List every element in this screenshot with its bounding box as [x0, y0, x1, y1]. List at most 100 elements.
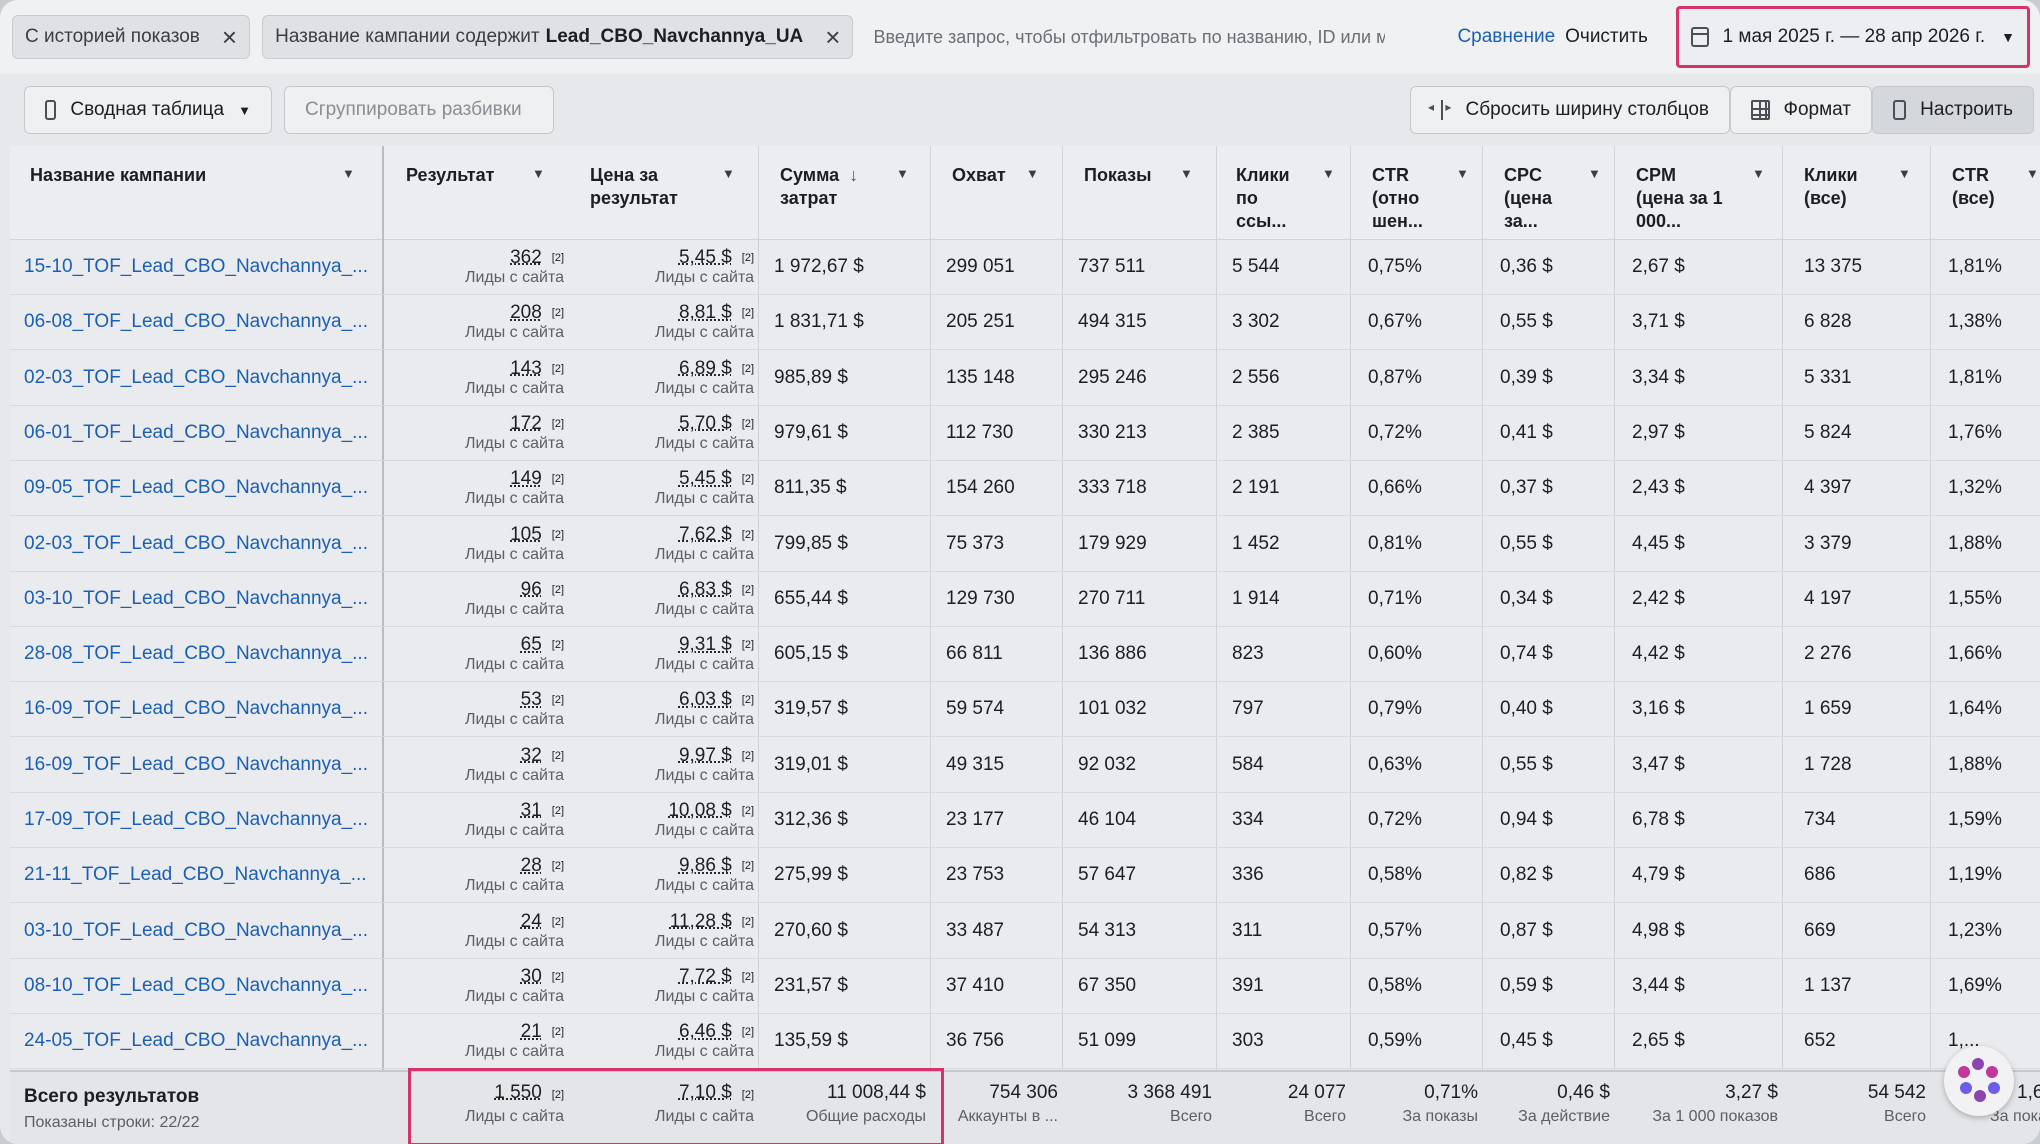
campaign-name-link[interactable]: 15-10_TOF_Lead_CBO_Navchannya_...: [24, 256, 368, 278]
campaign-name-link[interactable]: 06-01_TOF_Lead_CBO_Navchannya_...: [24, 422, 368, 444]
column-header-link-clicks[interactable]: Клики по ссы...: [1236, 164, 1290, 233]
clicks-all-cell: 5 331: [1804, 366, 1852, 388]
link-clicks-cell: 391: [1232, 974, 1264, 996]
cpc-cell: 0,37 $: [1500, 477, 1553, 499]
campaign-table: Название кампании ▼ Результат ▼ Цена за р…: [10, 146, 2040, 1144]
table-row[interactable]: 24-05_TOF_Lead_CBO_Navchannya_... 21 [2] Ли…: [10, 1014, 2040, 1070]
campaign-name-link[interactable]: 08-10_TOF_Lead_CBO_Navchannya_...: [24, 975, 368, 997]
cost-per-result-cell: 5,45 $ [2] Лиды с сайта: [654, 247, 754, 286]
clicks-all-cell: 6 828: [1804, 311, 1852, 333]
column-header-clicks-all[interactable]: Клики (все): [1804, 164, 1858, 210]
reach-cell: 135 148: [946, 366, 1015, 388]
campaign-name-link[interactable]: 17-09_TOF_Lead_CBO_Navchannya_...: [24, 809, 368, 831]
campaign-name-link[interactable]: 03-10_TOF_Lead_CBO_Navchannya_...: [24, 920, 368, 942]
impressions-cell: 136 886: [1078, 643, 1147, 665]
assistant-icon-dot: [1986, 1066, 1998, 1078]
close-icon[interactable]: ×: [825, 24, 840, 50]
campaign-name-link[interactable]: 09-05_TOF_Lead_CBO_Navchannya_...: [24, 477, 368, 499]
table-row[interactable]: 06-01_TOF_Lead_CBO_Navchannya_... 172 [2] Л…: [10, 406, 2040, 461]
chevron-down-icon[interactable]: ▼: [1588, 166, 1601, 181]
link-clicks-cell: 334: [1232, 809, 1264, 830]
ctr-cell: 0,87%: [1368, 366, 1422, 388]
column-header-result[interactable]: Результат: [406, 164, 494, 187]
clear-button[interactable]: Очистить: [1565, 26, 1648, 48]
table-row[interactable]: 06-08_TOF_Lead_CBO_Navchannya_... 208 [2] Л…: [10, 295, 2040, 351]
table-row[interactable]: 28-08_TOF_Lead_CBO_Navchannya_... 65 [2] Ли…: [10, 627, 2040, 683]
table-row[interactable]: 16-09_TOF_Lead_CBO_Navchannya_... 53 [2] Ли…: [10, 682, 2040, 738]
campaign-name-link[interactable]: 24-05_TOF_Lead_CBO_Navchannya_...: [24, 1030, 368, 1052]
total-clicks-all: 54 542 Всего: [1867, 1082, 1926, 1125]
column-header-cpc[interactable]: CPC (цена за...: [1504, 164, 1552, 233]
column-header-ctr-all[interactable]: CTR (все): [1952, 164, 1995, 210]
chevron-down-icon[interactable]: ▼: [1898, 166, 1911, 181]
campaign-name-link[interactable]: 16-09_TOF_Lead_CBO_Navchannya_...: [24, 754, 368, 776]
column-header-impressions[interactable]: Показы: [1084, 164, 1152, 187]
column-header-spend[interactable]: Сумма ↓ затрат: [780, 164, 858, 210]
search-input[interactable]: Введите запрос, чтобы отфильтровать по н…: [865, 15, 1385, 59]
campaign-name-link[interactable]: 16-09_TOF_Lead_CBO_Navchannya_...: [24, 698, 368, 720]
table-row[interactable]: 02-03_TOF_Lead_CBO_Navchannya_... 143 [2] Л…: [10, 351, 2040, 406]
customize-button[interactable]: Настроить: [1872, 86, 2034, 134]
table-row[interactable]: 09-05_TOF_Lead_CBO_Navchannya_... 149 [2] Л…: [10, 461, 2040, 517]
table-row[interactable]: 16-09_TOF_Lead_CBO_Navchannya_... 32 [2] Ли…: [10, 738, 2040, 793]
reset-column-width-button[interactable]: Сбросить ширину столбцов: [1410, 86, 1730, 134]
link-clicks-cell: 584: [1232, 753, 1264, 775]
ctr-all-cell: 1,88%: [1948, 532, 2002, 554]
table-row[interactable]: 15-10_TOF_Lead_CBO_Navchannya_... 362 [2] Л…: [10, 240, 2040, 295]
column-header-name[interactable]: Название кампании: [30, 164, 206, 187]
campaign-name-link[interactable]: 02-03_TOF_Lead_CBO_Navchannya_...: [24, 533, 368, 555]
campaign-name-link[interactable]: 06-08_TOF_Lead_CBO_Navchannya_...: [24, 311, 368, 333]
column-header-cost-per-result[interactable]: Цена за результат: [590, 164, 678, 210]
filter-chip-history[interactable]: С историей показов ×: [12, 15, 251, 59]
column-header-cpm[interactable]: CPM (цена за 1 000...: [1636, 164, 1723, 233]
compare-link[interactable]: Сравнение: [1457, 26, 1555, 48]
impressions-cell: 737 511: [1078, 256, 1146, 277]
ctr-all-cell: 1,59%: [1948, 809, 2002, 830]
chevron-down-icon[interactable]: ▼: [1026, 166, 1039, 181]
assistant-bubble[interactable]: [1944, 1046, 2014, 1116]
result-cell: 143 [2] Лиды с сайта: [464, 357, 564, 397]
customize-label: Настроить: [1920, 99, 2013, 120]
ctr-all-cell: 1,32%: [1948, 477, 2002, 499]
chevron-down-icon[interactable]: ▼: [1456, 166, 1469, 181]
chevron-down-icon[interactable]: ▼: [342, 166, 355, 181]
result-cell: 65 [2] Лиды с сайта: [464, 634, 564, 674]
pivot-table-button[interactable]: Сводная таблица ▼: [24, 86, 272, 134]
campaign-name-link[interactable]: 02-03_TOF_Lead_CBO_Navchannya_...: [24, 367, 368, 389]
ctr-all-cell: 1,64%: [1948, 698, 2002, 720]
chevron-down-icon[interactable]: ▼: [1322, 166, 1335, 181]
chevron-down-icon[interactable]: ▼: [722, 166, 735, 181]
column-header-ctr-link[interactable]: CTR (отно шен...: [1372, 164, 1423, 233]
spend-cell: 319,01 $: [774, 753, 848, 775]
chevron-down-icon[interactable]: ▼: [1752, 166, 1765, 181]
table-row[interactable]: 08-10_TOF_Lead_CBO_Navchannya_... 30 [2] Ли…: [10, 959, 2040, 1014]
table-row[interactable]: 21-11_TOF_Lead_CBO_Navchannya_... 28 [2] Ли…: [10, 848, 2040, 904]
chevron-down-icon[interactable]: ▼: [1180, 166, 1193, 181]
result-cell: 53 [2] Лиды с сайта: [464, 689, 564, 729]
campaign-name-link[interactable]: 03-10_TOF_Lead_CBO_Navchannya_...: [24, 588, 368, 610]
close-icon[interactable]: ×: [222, 24, 237, 50]
chevron-down-icon[interactable]: ▼: [2026, 166, 2039, 181]
format-button[interactable]: Формат: [1730, 86, 1872, 134]
cost-per-result-cell: 6,83 $ [2] Лиды с сайта: [654, 578, 754, 618]
campaign-name-link[interactable]: 28-08_TOF_Lead_CBO_Navchannya_...: [24, 643, 368, 665]
ctr-cell: 0,72%: [1368, 809, 1422, 830]
chevron-down-icon[interactable]: ▼: [532, 166, 545, 181]
cost-per-result-cell: 8,81 $ [2] Лиды с сайта: [654, 302, 754, 342]
reach-cell: 23 177: [946, 809, 1005, 830]
date-range-picker[interactable]: 1 мая 2025 г. — 28 апр 2026 г. ▼: [1676, 6, 2030, 68]
chevron-down-icon[interactable]: ▼: [896, 166, 909, 181]
filter-chip-campaign-name[interactable]: Название кампании содержит Lead_CBO_Navc…: [262, 15, 854, 59]
sort-descending-icon: ↓: [849, 165, 859, 185]
table-row[interactable]: 02-03_TOF_Lead_CBO_Navchannya_... 105 [2] Л…: [10, 517, 2040, 572]
link-clicks-cell: 5 544: [1232, 256, 1280, 277]
table-row[interactable]: 03-10_TOF_Lead_CBO_Navchannya_... 96 [2] Ли…: [10, 572, 2040, 627]
group-breakdowns-button[interactable]: Сгруппировать разбивки: [284, 86, 554, 134]
table-row[interactable]: 03-10_TOF_Lead_CBO_Navchannya_... 24 [2] Ли…: [10, 904, 2040, 959]
column-header-reach[interactable]: Охват: [952, 164, 1006, 187]
link-clicks-cell: 336: [1232, 864, 1264, 886]
table-row[interactable]: 17-09_TOF_Lead_CBO_Navchannya_... 31 [2] Ли…: [10, 793, 2040, 848]
reach-cell: 37 410: [946, 974, 1005, 996]
cpc-cell: 0,55 $: [1500, 532, 1553, 554]
campaign-name-link[interactable]: 21-11_TOF_Lead_CBO_Navchannya_...: [24, 864, 367, 886]
